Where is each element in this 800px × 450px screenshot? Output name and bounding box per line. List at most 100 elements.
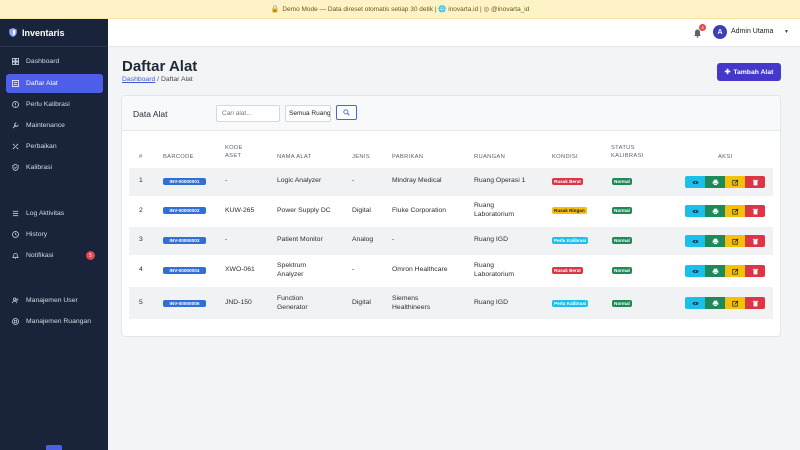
add-tool-button[interactable]: ✚ Tambah Alat bbox=[717, 63, 781, 81]
sidebar-item-label: Perlu Kalibrasi bbox=[26, 101, 70, 108]
view-button[interactable] bbox=[685, 265, 705, 277]
room-filter-select[interactable]: Semua Ruang bbox=[285, 105, 331, 122]
pencil-icon bbox=[731, 208, 738, 214]
table-header-kode-aset: KODE ASET bbox=[225, 145, 243, 159]
sidebar-item-manajemen-user[interactable]: Manajemen User bbox=[6, 291, 103, 310]
table-row: 1 INV-00000001 - Logic Analyzer - Mindra… bbox=[129, 168, 773, 196]
print-button[interactable] bbox=[705, 205, 725, 217]
tool-name: Logic Analyzer bbox=[277, 177, 322, 184]
breadcrumb: Dashboard / Daftar Alat bbox=[122, 76, 193, 83]
table-header-nama-alat: NAMA ALAT bbox=[277, 154, 312, 160]
sidebar: Inventaris Dashboard Daftar Alat Perlu K… bbox=[0, 19, 108, 450]
table-header-barcode: BARCODE bbox=[163, 154, 194, 160]
calibration-status-badge: Normal bbox=[612, 237, 632, 244]
notification-badge: 4 bbox=[699, 24, 706, 31]
table-header-jenis: JENIS bbox=[352, 154, 370, 160]
asset-code: JND-150 bbox=[225, 299, 252, 306]
sidebar-item-label: Manajemen Ruangan bbox=[26, 318, 91, 325]
search-button[interactable] bbox=[336, 105, 357, 120]
print-button[interactable] bbox=[705, 297, 725, 309]
trash-icon bbox=[752, 268, 758, 274]
sidebar-item-kalibrasi[interactable]: Kalibrasi bbox=[6, 158, 103, 177]
notification-count-badge: 5 bbox=[86, 251, 95, 260]
breadcrumb-home-link[interactable]: Dashboard bbox=[122, 76, 155, 83]
view-button[interactable] bbox=[685, 205, 705, 217]
sidebar-item-perbaikan[interactable]: Perbaikan bbox=[6, 137, 103, 156]
view-button[interactable] bbox=[685, 235, 705, 247]
asset-code: KUW-265 bbox=[225, 207, 255, 214]
view-button[interactable] bbox=[685, 297, 705, 309]
asset-code: - bbox=[225, 177, 228, 184]
barcode-badge: INV-00000003 bbox=[163, 237, 206, 244]
avatar[interactable]: A bbox=[713, 25, 727, 39]
condition-badge: Rusak Berat bbox=[552, 267, 583, 274]
condition-badge: Perlu Kalibrasi bbox=[552, 300, 589, 307]
users-icon bbox=[12, 297, 19, 304]
sidebar-item-notifikasi[interactable]: Notifikasi 5 bbox=[6, 246, 103, 265]
eye-icon bbox=[691, 239, 699, 243]
delete-button[interactable] bbox=[745, 235, 765, 247]
view-button[interactable] bbox=[685, 176, 705, 188]
banner-text: Demo Mode — Data direset otomatis setiap… bbox=[282, 6, 530, 13]
eye-icon bbox=[691, 301, 699, 305]
barcode-badge: INV-00000001 bbox=[163, 178, 206, 185]
print-button[interactable] bbox=[705, 176, 725, 188]
manufacturer: Mindray Medical bbox=[392, 177, 442, 184]
calibration-status-badge: Normal bbox=[612, 178, 632, 185]
list-icon bbox=[12, 80, 19, 87]
edit-button[interactable] bbox=[725, 235, 745, 247]
print-button[interactable] bbox=[705, 235, 725, 247]
row-number: 1 bbox=[139, 177, 143, 184]
add-tool-button-label: Tambah Alat bbox=[733, 68, 774, 76]
delete-button[interactable] bbox=[745, 205, 765, 217]
sidebar-footer-tab[interactable] bbox=[46, 445, 62, 450]
table-row: 2 INV-00000002 KUW-265 Power Supply DC D… bbox=[129, 196, 773, 227]
room: Ruang IGD bbox=[474, 299, 509, 306]
table-row: 5 INV-00000005 JND-150 Function Generato… bbox=[129, 287, 773, 319]
page-title: Daftar Alat bbox=[122, 58, 198, 75]
breadcrumb-current: Daftar Alat bbox=[160, 76, 193, 83]
shield-check-icon bbox=[12, 164, 19, 171]
row-number: 5 bbox=[139, 299, 143, 306]
search-input[interactable] bbox=[216, 105, 280, 122]
edit-button[interactable] bbox=[725, 265, 745, 277]
chevron-down-icon[interactable]: ▼ bbox=[784, 29, 789, 35]
tool-name: Power Supply DC bbox=[277, 207, 331, 214]
row-actions bbox=[685, 265, 765, 277]
sidebar-item-label: Maintenance bbox=[26, 122, 65, 129]
edit-button[interactable] bbox=[725, 176, 745, 188]
sidebar-item-dashboard[interactable]: Dashboard bbox=[6, 52, 103, 71]
user-name[interactable]: Admin Utama bbox=[731, 28, 773, 35]
edit-button[interactable] bbox=[725, 297, 745, 309]
printer-icon bbox=[712, 300, 718, 307]
print-button[interactable] bbox=[705, 265, 725, 277]
table-header-kondisi: KONDISI bbox=[552, 154, 578, 160]
row-number: 2 bbox=[139, 207, 143, 214]
sidebar-item-daftar-alat[interactable]: Daftar Alat bbox=[6, 74, 103, 93]
tool-type: - bbox=[352, 266, 355, 273]
table-header-status-kalibrasi: STATUS KALIBRASI bbox=[611, 145, 644, 159]
sidebar-item-manajemen-ruangan[interactable]: Manajemen Ruangan bbox=[6, 312, 103, 331]
brand[interactable]: Inventaris bbox=[0, 19, 108, 46]
calibration-status-badge: Normal bbox=[612, 207, 632, 214]
delete-button[interactable] bbox=[745, 176, 765, 188]
sidebar-item-history[interactable]: History bbox=[6, 225, 103, 244]
row-number: 3 bbox=[139, 236, 143, 243]
breadcrumb-separator: / bbox=[157, 76, 160, 83]
delete-button[interactable] bbox=[745, 297, 765, 309]
row-actions bbox=[685, 205, 765, 217]
row-actions bbox=[685, 176, 765, 188]
sidebar-item-label: History bbox=[26, 231, 48, 238]
sidebar-item-maintenance[interactable]: Maintenance bbox=[6, 116, 103, 135]
sidebar-item-log-aktivitas[interactable]: Log Aktivitas bbox=[6, 204, 103, 223]
table-row: 3 INV-00000003 - Patient Monitor Analog … bbox=[129, 227, 773, 255]
sidebar-item-perlu-kalibrasi[interactable]: Perlu Kalibrasi bbox=[6, 95, 103, 114]
lock-icon: 🔒 bbox=[270, 6, 280, 13]
room: Ruang Operasi 1 bbox=[474, 177, 526, 184]
tool-type: Digital bbox=[352, 207, 371, 214]
table-row: 4 INV-00000004 XWO-061 Spektrum Analyzer… bbox=[129, 255, 773, 287]
tool-name: Patient Monitor bbox=[277, 236, 323, 243]
edit-button[interactable] bbox=[725, 205, 745, 217]
delete-button[interactable] bbox=[745, 265, 765, 277]
asset-code: XWO-061 bbox=[225, 266, 255, 273]
